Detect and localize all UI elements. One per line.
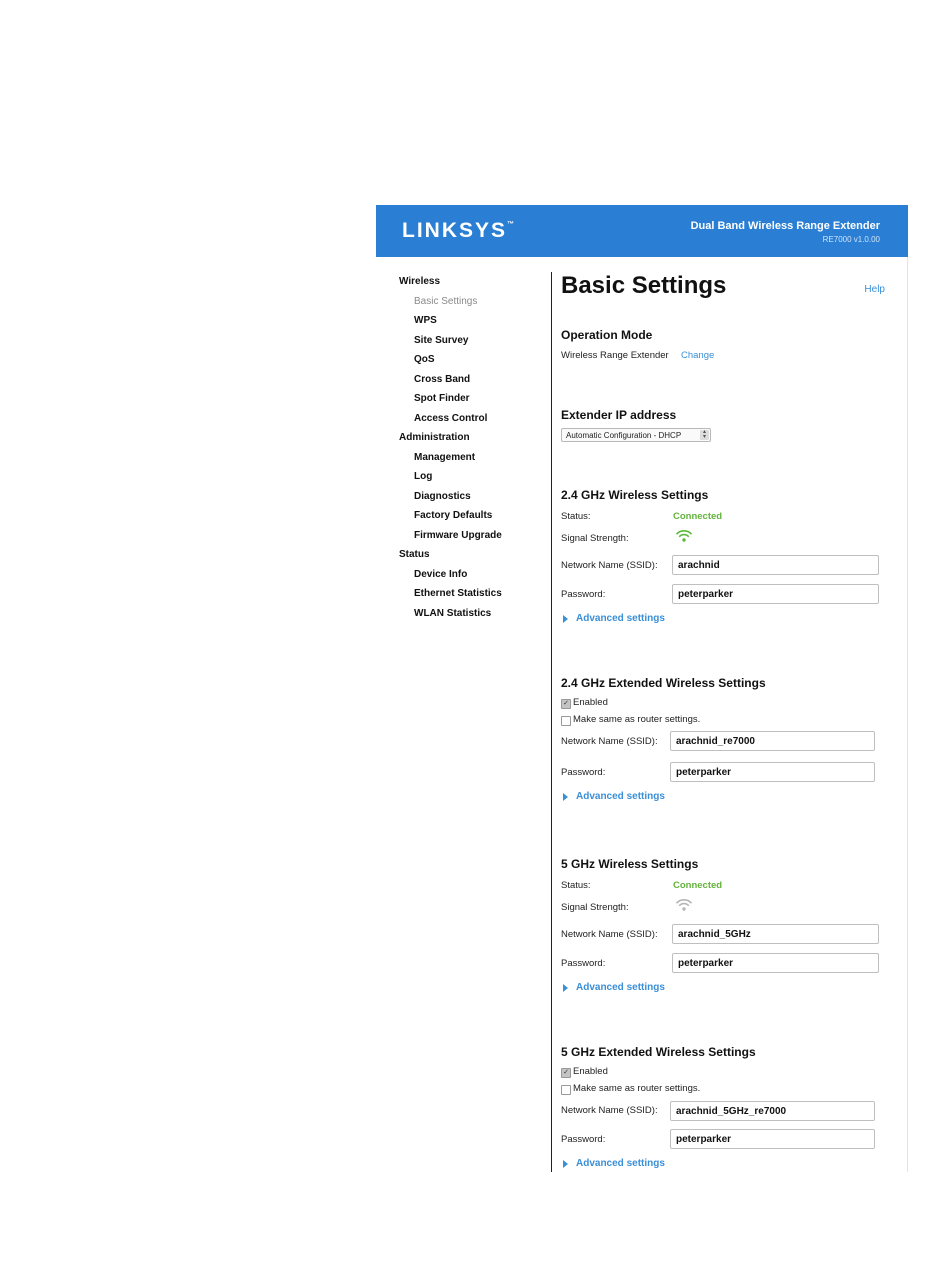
ghz24-ext-same-checkbox[interactable] [561, 716, 571, 726]
ghz5-ssid-label: Network Name (SSID): [561, 929, 658, 940]
sidebar-item[interactable]: Spot Finder [399, 389, 549, 409]
ghz5-password-label: Password: [561, 958, 606, 969]
ghz5-ext-password-input[interactable]: peterparker [670, 1129, 875, 1149]
product-version: RE7000 v1.0.00 [822, 235, 880, 244]
updown-arrows-icon: ▴ ▾ [700, 429, 709, 440]
sidebar-item[interactable]: Log [399, 467, 549, 487]
sidebar-item[interactable]: Access Control [399, 409, 549, 429]
frame-right-border [907, 257, 908, 1172]
sidebar-item[interactable]: Basic Settings [399, 292, 549, 312]
operation-mode-heading: Operation Mode [561, 328, 653, 342]
ghz24-status-label: Status: [561, 511, 591, 522]
app-frame: LINKSYS™ Dual Band Wireless Range Extend… [376, 205, 908, 1172]
help-link[interactable]: Help [864, 284, 885, 295]
sidebar-nav: Wireless Basic Settings WPS Site Survey QoS C… [399, 272, 549, 623]
ghz5-ext-password-label: Password: [561, 1134, 606, 1145]
ghz24-signal-label: Signal Strength: [561, 533, 629, 544]
sidebar-item[interactable]: Cross Band [399, 370, 549, 390]
logo-text: LINKSYS [402, 219, 508, 242]
sidebar-item[interactable]: Diagnostics [399, 487, 549, 507]
ghz24-advanced-link[interactable]: Advanced settings [576, 613, 665, 624]
ghz24-ssid-label: Network Name (SSID): [561, 560, 658, 571]
ghz5-heading: 5 GHz Wireless Settings [561, 857, 699, 871]
ghz24-ssid-input[interactable]: arachnid [672, 555, 879, 575]
ghz5-status-value: Connected [673, 880, 723, 891]
ghz5-ext-heading: 5 GHz Extended Wireless Settings [561, 1045, 756, 1059]
ghz24-password-label: Password: [561, 589, 606, 600]
ghz5-status-label: Status: [561, 880, 591, 891]
ghz5-signal-label: Signal Strength: [561, 902, 629, 913]
change-mode-link[interactable]: Change [681, 350, 714, 361]
sidebar-item[interactable]: Ethernet Statistics [399, 584, 549, 604]
ghz5-ext-same-checkbox[interactable] [561, 1085, 571, 1095]
checkmark-icon: ✓ [563, 700, 569, 707]
wifi-signal-weak-icon [675, 899, 693, 911]
ghz24-ext-password-label: Password: [561, 767, 606, 778]
triangle-right-icon[interactable] [563, 984, 568, 992]
ghz24-status-value: Connected [673, 511, 723, 522]
sidebar-item[interactable]: Site Survey [399, 331, 549, 351]
ghz24-ext-ssid-input[interactable]: arachnid_re7000 [670, 731, 875, 751]
ghz24-password-input[interactable]: peterparker [672, 584, 879, 604]
sidebar-item[interactable]: WPS [399, 311, 549, 331]
sidebar-section-heading[interactable]: Wireless [399, 272, 549, 292]
ip-config-selected: Automatic Configuration - DHCP [566, 431, 682, 440]
ghz5-ext-enabled-label: Enabled [573, 1066, 608, 1077]
product-title: Dual Band Wireless Range Extender [690, 220, 880, 232]
triangle-right-icon[interactable] [563, 793, 568, 801]
logo-trademark: ™ [507, 221, 515, 228]
ghz5-advanced-link[interactable]: Advanced settings [576, 982, 665, 993]
ghz5-ext-ssid-input[interactable]: arachnid_5GHz_re7000 [670, 1101, 875, 1121]
sidebar-item[interactable]: Firmware Upgrade [399, 526, 549, 546]
sidebar-item[interactable]: Device Info [399, 565, 549, 585]
triangle-right-icon[interactable] [563, 615, 568, 623]
ghz24-ext-ssid-label: Network Name (SSID): [561, 736, 658, 747]
wifi-signal-strong-icon [675, 530, 693, 542]
ip-config-select[interactable]: Automatic Configuration - DHCP ▴ ▾ [561, 428, 711, 442]
page-title: Basic Settings [561, 272, 727, 299]
triangle-right-icon[interactable] [563, 1160, 568, 1168]
ghz5-ext-same-label: Make same as router settings. [573, 1083, 701, 1094]
checkmark-icon: ✓ [563, 1069, 569, 1076]
ghz5-ext-advanced-link[interactable]: Advanced settings [576, 1158, 665, 1169]
ghz24-ext-enabled-checkbox[interactable]: ✓ [561, 699, 571, 709]
sidebar-item[interactable]: Management [399, 448, 549, 468]
ghz24-ext-password-input[interactable]: peterparker [670, 762, 875, 782]
extender-ip-heading: Extender IP address [561, 408, 677, 422]
sidebar-item[interactable]: Factory Defaults [399, 506, 549, 526]
ghz5-ext-ssid-label: Network Name (SSID): [561, 1105, 658, 1116]
ghz24-ext-advanced-link[interactable]: Advanced settings [576, 791, 665, 802]
linksys-logo: LINKSYS™ [402, 219, 514, 243]
ghz24-ext-heading: 2.4 GHz Extended Wireless Settings [561, 676, 766, 690]
sidebar-item[interactable]: QoS [399, 350, 549, 370]
sidebar-divider [551, 272, 552, 1172]
ghz24-ext-same-label: Make same as router settings. [573, 714, 701, 725]
operation-mode-value: Wireless Range Extender [561, 350, 669, 361]
header-bar: LINKSYS™ Dual Band Wireless Range Extend… [376, 205, 908, 257]
sidebar-item[interactable]: WLAN Statistics [399, 604, 549, 624]
ghz24-ext-enabled-label: Enabled [573, 697, 608, 708]
sidebar-section-heading[interactable]: Status [399, 545, 549, 565]
main-content: Basic Settings Help Operation Mode Wirel… [561, 272, 885, 1172]
ghz5-password-input[interactable]: peterparker [672, 953, 879, 973]
ghz5-ext-enabled-checkbox[interactable]: ✓ [561, 1068, 571, 1078]
ghz24-heading: 2.4 GHz Wireless Settings [561, 488, 709, 502]
sidebar-section-heading[interactable]: Administration [399, 428, 549, 448]
ghz5-ssid-input[interactable]: arachnid_5GHz [672, 924, 879, 944]
